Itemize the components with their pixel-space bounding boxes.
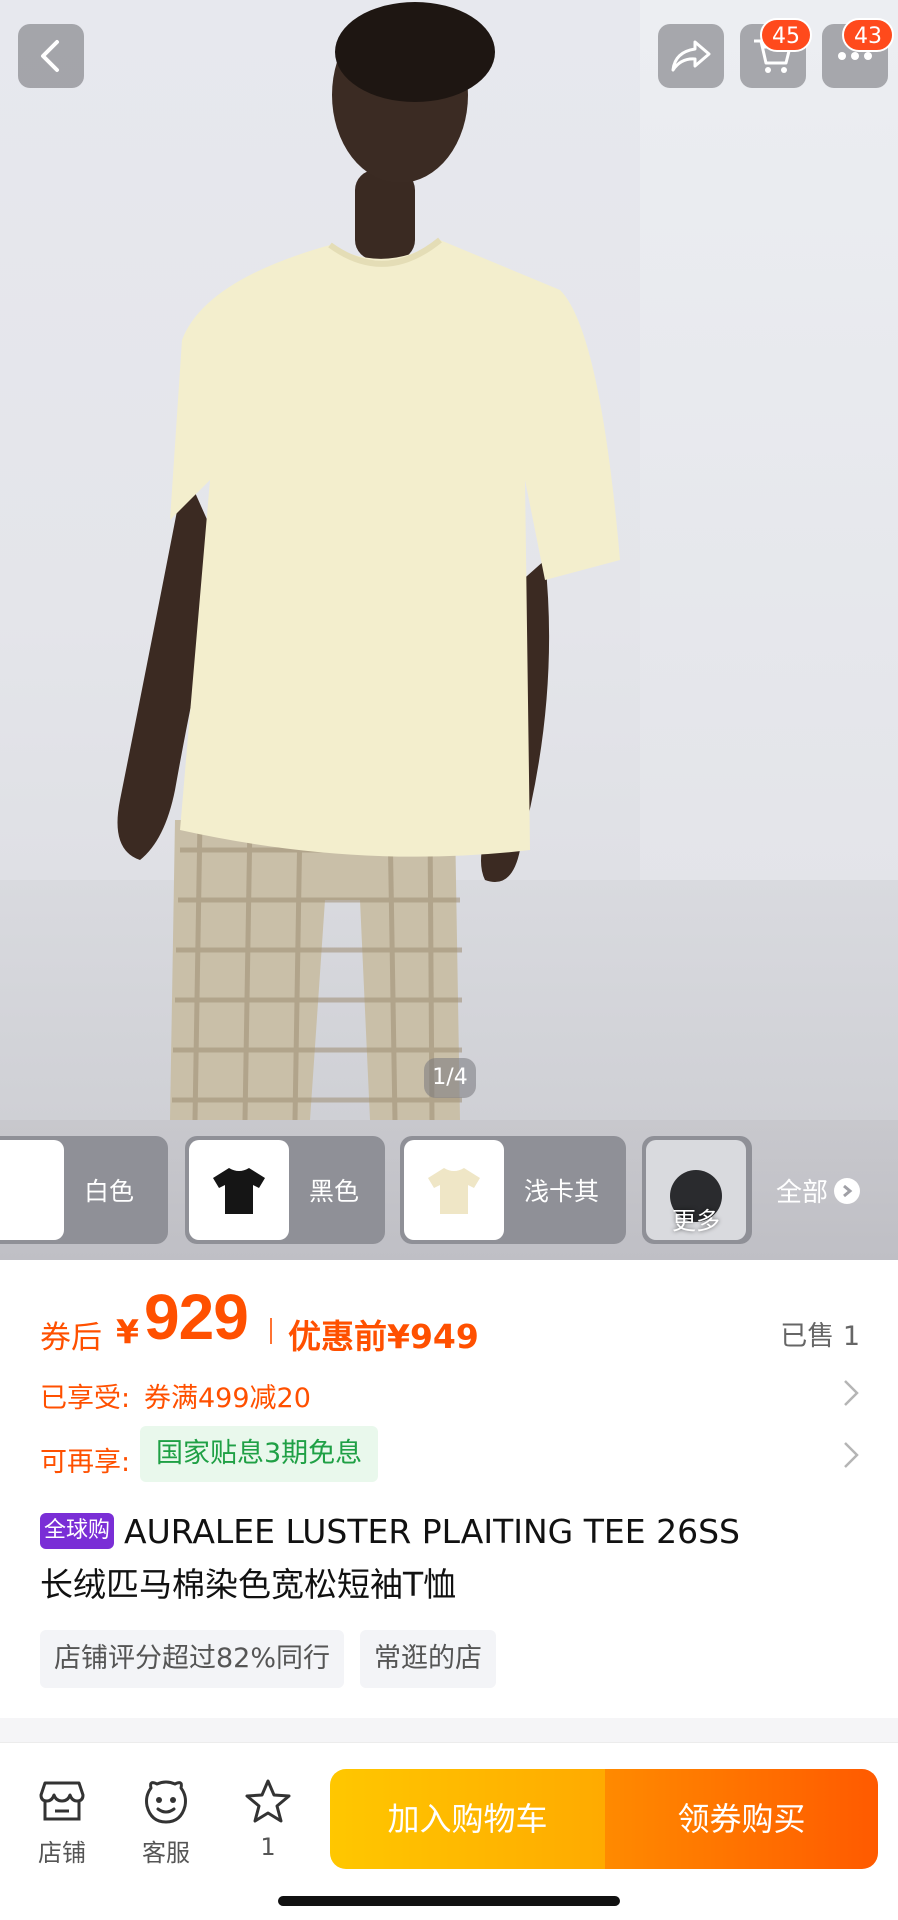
chevron-right-icon <box>844 1380 859 1406</box>
coupon-price: 929 <box>144 1281 249 1353</box>
color-option-light-khaki[interactable]: 浅卡其 <box>400 1136 626 1244</box>
chevron-right-icon <box>844 1442 859 1468</box>
price-divider <box>270 1318 272 1344</box>
star-icon <box>228 1775 308 1827</box>
chevron-right-icon <box>834 1177 861 1204</box>
section-divider <box>0 1718 898 1742</box>
sold-count: 已售 1 <box>780 1321 860 1352</box>
buy-with-coupon-button[interactable]: 领券购买 <box>605 1769 878 1869</box>
tshirt-black-icon <box>213 1168 265 1214</box>
color-option-label: 浅卡其 <box>524 1177 600 1206</box>
product-title: 全球购 AURALEE LUSTER PLAITING TEE 26SS 长绒匹马… <box>40 1506 870 1612</box>
color-option-more[interactable]: 更多 <box>642 1136 752 1244</box>
product-image-gallery[interactable]: 45 43 1/4 <box>0 0 898 1120</box>
cart-count-badge: 45 <box>760 18 812 52</box>
price-row: 券后 ¥ 929 优惠前¥949 已售 1 <box>40 1281 860 1364</box>
color-option-white[interactable]: 白色 <box>0 1136 168 1244</box>
back-icon <box>41 40 59 72</box>
home-indicator <box>278 1896 620 1906</box>
coupon-price-prefix: 券后 <box>40 1320 102 1356</box>
currency-symbol: ¥ <box>116 1312 139 1351</box>
product-title-text-en: AURALEE LUSTER PLAITING TEE 26SS <box>124 1512 740 1551</box>
customer-service-icon <box>126 1775 206 1827</box>
global-purchase-tag: 全球购 <box>40 1513 115 1549</box>
all-colors-label: 全部 <box>776 1178 829 1208</box>
applied-promotion-row[interactable]: 已享受: 券满499减20 <box>40 1368 860 1418</box>
customer-service-button[interactable]: 客服 <box>126 1775 206 1868</box>
all-colors-link[interactable]: 全部 <box>776 1172 861 1209</box>
color-swatch-white <box>0 1140 64 1240</box>
original-price: 优惠前¥949 <box>288 1317 479 1356</box>
add-to-cart-button[interactable]: 加入购物车 <box>330 1769 605 1869</box>
available-promotion-key: 可再享: <box>40 1447 131 1478</box>
bottom-action-bar: 店铺 客服 1 加入购物车 领券购买 <box>0 1742 898 1920</box>
more-button[interactable]: 43 <box>822 18 894 88</box>
color-option-label: 黑色 <box>309 1177 360 1206</box>
more-colors-label: 更多 <box>672 1207 720 1235</box>
shop-tag-row: 店铺评分超过82%同行 常逛的店 <box>40 1630 512 1688</box>
color-option-black[interactable]: 黑色 <box>185 1136 385 1244</box>
share-icon <box>671 40 711 72</box>
shop-icon <box>22 1775 102 1827</box>
cart-button[interactable]: 45 <box>740 18 812 88</box>
color-swatch-light-khaki <box>404 1140 504 1240</box>
favorite-count: 1 <box>260 1833 276 1861</box>
shop-button[interactable]: 店铺 <box>22 1775 102 1868</box>
shop-label: 店铺 <box>38 1839 86 1867</box>
product-title-line1: 全球购 AURALEE LUSTER PLAITING TEE 26SS <box>40 1506 870 1558</box>
frequent-shop-tag: 常逛的店 <box>360 1630 497 1688</box>
color-option-label: 白色 <box>84 1177 135 1206</box>
favorite-button[interactable]: 1 <box>228 1775 308 1861</box>
color-swatch-more: 更多 <box>646 1140 746 1240</box>
color-option-strip[interactable]: 白色 黑色 浅卡其 更多 全部 <box>0 1120 898 1260</box>
cta-group: 加入购物车 领券购买 <box>330 1769 878 1869</box>
interest-free-tag: 国家贴息3期免息 <box>140 1426 379 1482</box>
back-button[interactable] <box>18 24 84 88</box>
color-swatch-black <box>189 1140 289 1240</box>
gallery-page-indicator: 1/4 <box>424 1058 476 1098</box>
product-title-line2: 长绒匹马棉染色宽松短袖T恤 <box>40 1565 457 1604</box>
message-count-badge: 43 <box>842 18 894 52</box>
customer-service-label: 客服 <box>142 1839 190 1867</box>
product-photo-model <box>117 2 620 1120</box>
available-promotion-row[interactable]: 可再享: 国家贴息3期免息 <box>40 1426 860 1484</box>
share-button[interactable] <box>658 24 724 88</box>
applied-promotion-key: 已享受: <box>40 1383 131 1414</box>
tshirt-khaki-icon <box>428 1168 480 1214</box>
applied-promotion-value: 券满499减20 <box>144 1383 311 1414</box>
shop-rating-tag: 店铺评分超过82%同行 <box>40 1630 345 1688</box>
